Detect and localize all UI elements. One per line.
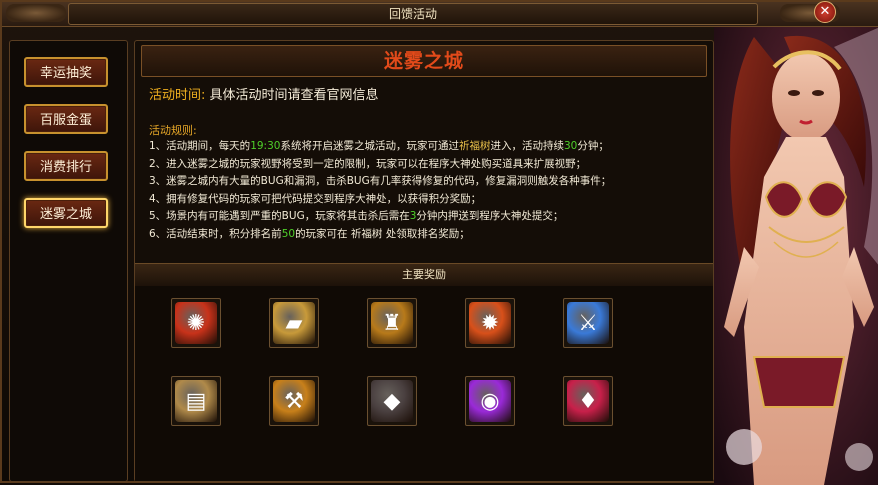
event-rule-line: 4、拥有修复代码的玩家可把代码提交到程序大神处，以获得积分奖励；: [149, 191, 709, 209]
reward-slot[interactable]: ◆: [367, 376, 417, 426]
title-ornament-left: [6, 4, 66, 22]
event-rule-line: 1、活动期间，每天的19:30系统将开启迷雾之城活动，玩家可通过祈福树进入，活动…: [149, 138, 709, 156]
event-title: 迷雾之城: [383, 50, 464, 72]
red-seal-orb-icon: ✺: [175, 302, 217, 344]
event-rule-text: 的玩家可在 祈福树 处领取排名奖励；: [295, 227, 470, 240]
reward-slot[interactable]: ▤: [171, 376, 221, 426]
reward-slot[interactable]: ♦: [563, 376, 613, 426]
event-rule-text: 分钟内押送到程序大神处提交；: [416, 210, 564, 222]
reward-slot[interactable]: ✺: [171, 298, 221, 348]
reward-slot[interactable]: ♜: [367, 298, 417, 348]
dark-crystal-shard-icon: ◆: [371, 380, 413, 422]
event-rule-highlight: 19:30: [250, 140, 281, 152]
event-window: 回馈活动 ✕ 幸运抽奖 百服金蛋 消费排行 迷雾之城 迷雾之城 活动时间: 具体…: [0, 0, 878, 485]
rewards-header: 主要奖励: [135, 263, 713, 287]
sidebar-item-lucky-draw[interactable]: 幸运抽奖: [24, 57, 108, 87]
event-rule-highlight: 祈福树: [458, 140, 491, 152]
sidebar-item-golden-egg[interactable]: 百服金蛋: [24, 104, 108, 134]
reward-slot[interactable]: ◉: [465, 376, 515, 426]
event-banner: 迷雾之城: [141, 45, 707, 77]
event-rule-line: 5、场景内有可能遇到严重的BUG，玩家将其击杀后需在3分钟内押送到程序大神处提交…: [149, 208, 709, 226]
reward-slot[interactable]: ⚒: [269, 376, 319, 426]
reward-slot[interactable]: ⚔: [563, 298, 613, 348]
event-rule-highlight: 50: [281, 227, 296, 240]
rewards-title: 主要奖励: [402, 268, 446, 281]
event-rule-text: 6、活动结束时，积分排名前: [149, 227, 282, 240]
golden-lion-shield-icon: ♜: [371, 302, 413, 344]
event-time-label: 活动时间:: [149, 88, 206, 103]
window-titlebar: 回馈活动 ✕: [2, 1, 878, 27]
event-rule-text: 4、拥有修复代码的玩家可把代码提交到程序大神处，以获得积分奖励；: [149, 192, 482, 205]
scroll-cards-icon: ▤: [175, 380, 217, 422]
character-portrait: [714, 27, 878, 485]
golden-hammer-icon: ⚒: [273, 380, 315, 422]
gold-treasure-chest-icon: ▰: [273, 302, 315, 344]
close-icon[interactable]: ✕: [814, 1, 836, 23]
sidebar-item-spending-rank[interactable]: 消费排行: [24, 151, 108, 181]
event-rule-text: 进入，活动持续: [490, 140, 564, 152]
sidebar: 幸运抽奖 百服金蛋 消费排行 迷雾之城: [9, 40, 128, 482]
event-rule-line: 2、进入迷雾之城的玩家视野将受到一定的限制，玩家可以在程序大神处购买道具来扩展视…: [149, 156, 709, 174]
character-portrait-art: [714, 27, 878, 485]
event-rule-text: 1、活动期间，每天的: [149, 140, 251, 152]
event-rule-text: 2、进入迷雾之城的玩家视野将受到一定的限制，玩家可以在程序大神处购买道具来扩展视…: [149, 157, 587, 170]
reward-slot[interactable]: ✹: [465, 298, 515, 348]
event-rules-label: 活动规则:: [149, 124, 197, 137]
fire-rune-icon: ✹: [469, 302, 511, 344]
ice-blue-sword-icon: ⚔: [567, 302, 609, 344]
event-detail-panel: 迷雾之城 活动时间: 具体活动时间请查看官网信息 活动规则: 1、活动期间，每天…: [134, 40, 714, 482]
gem-treasure-box-icon: ♦: [567, 380, 609, 422]
rewards-grid: ✺ ▰ ♜ ✹ ⚔ ▤ ⚒ ◆ ◉ ♦: [135, 286, 713, 481]
event-rules-list: 1、活动期间，每天的19:30系统将开启迷雾之城活动，玩家可通过祈福树进入，活动…: [149, 138, 709, 243]
event-time-row: 活动时间: 具体活动时间请查看官网信息: [149, 84, 379, 103]
event-rule-text: 3、迷雾之城内有大量的BUG和漏洞，击杀BUG有几率获得修复的代码，修复漏洞则触…: [149, 175, 612, 187]
event-rule-line: 3、迷雾之城内有大量的BUG和漏洞，击杀BUG有几率获得修复的代码，修复漏洞则触…: [149, 173, 709, 191]
event-rule-highlight: 30: [563, 140, 578, 152]
reward-slot[interactable]: ▰: [269, 298, 319, 348]
purple-magic-orb-icon: ◉: [469, 380, 511, 422]
event-time-value: 具体活动时间请查看官网信息: [209, 88, 379, 103]
event-rule-text: 分钟；: [577, 140, 609, 152]
event-rule-text: 系统将开启迷雾之城活动，玩家可通过: [280, 140, 459, 152]
sidebar-item-misty-city[interactable]: 迷雾之城: [24, 198, 108, 228]
event-rule-line: 6、活动结束时，积分排名前50的玩家可在 祈福树 处领取排名奖励；: [149, 226, 709, 244]
event-rule-text: 5、场景内有可能遇到严重的BUG，玩家将其击杀后需在: [149, 210, 410, 222]
window-title: 回馈活动: [68, 3, 758, 25]
